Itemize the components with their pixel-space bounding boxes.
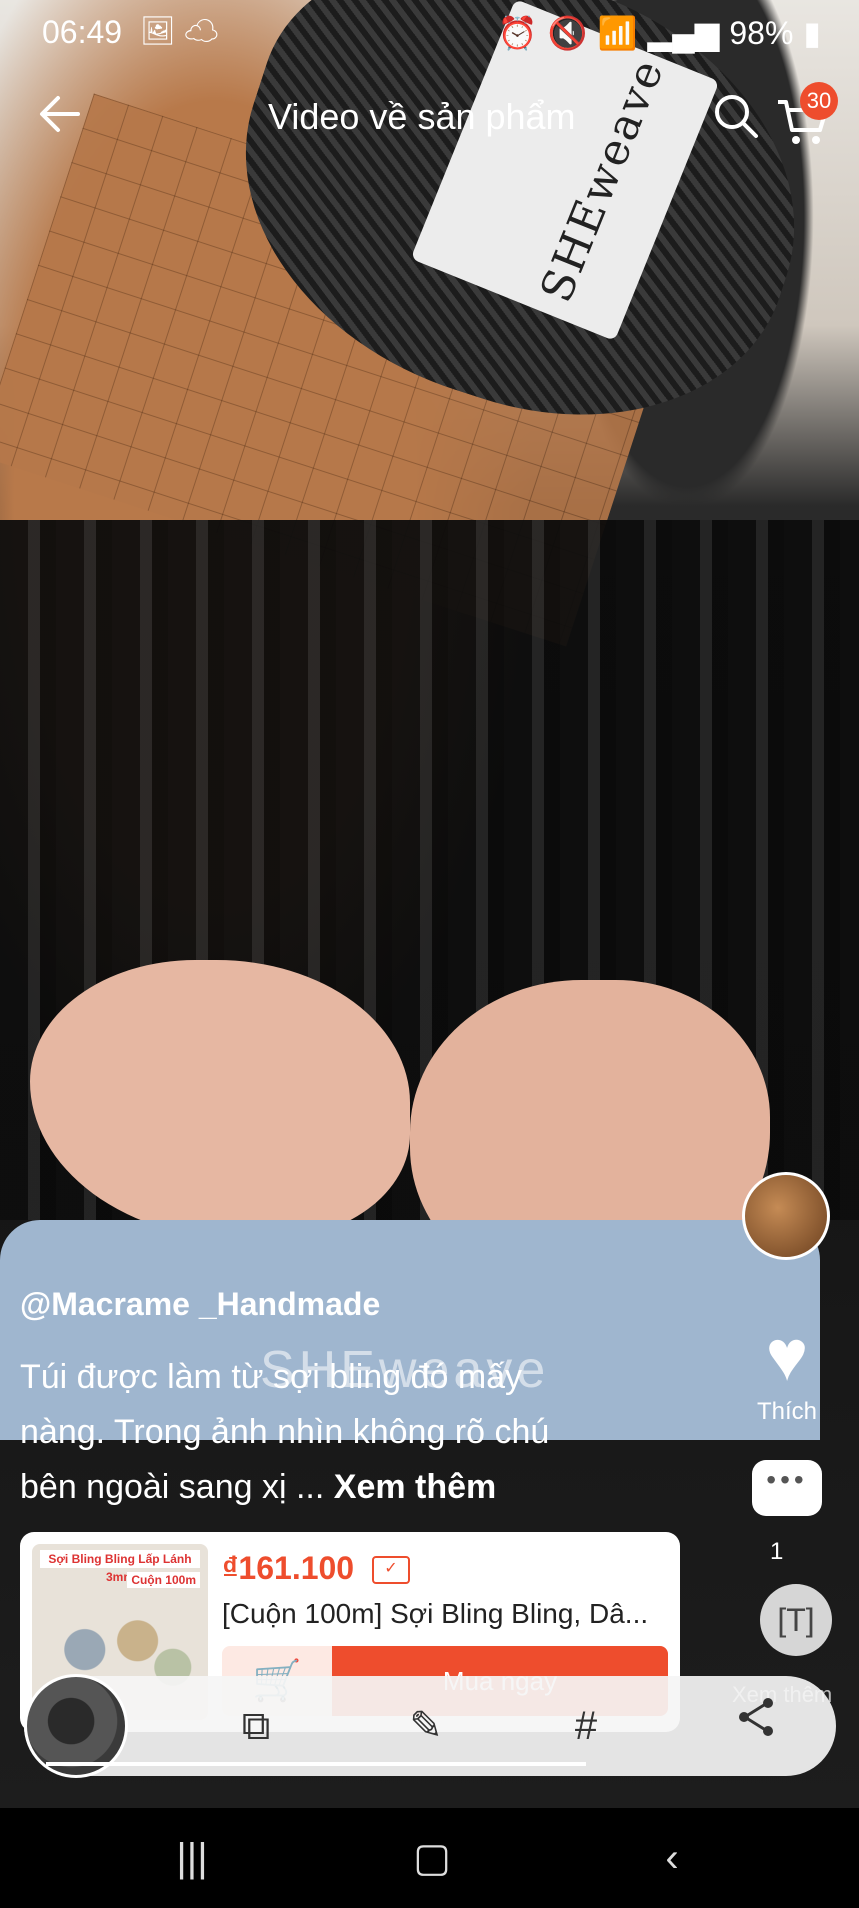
status-right-icons: ⏰ 🔇 📶 ▂▄▆ 98% ▮ <box>498 14 821 52</box>
like-button[interactable]: ♥ Thích <box>742 1320 832 1426</box>
comment-button[interactable]: ••• <box>745 1460 829 1516</box>
page-title: Video về sản phẩm <box>268 96 576 137</box>
scan-button[interactable]: ⧉ <box>224 1694 288 1758</box>
caption-line: Túi được làm từ sợi bling đó mấy <box>20 1358 523 1396</box>
signal-icon: ▂▄▆ <box>647 15 720 51</box>
wifi-icon: 📶 <box>597 15 638 51</box>
like-label: Thích <box>756 1398 818 1425</box>
caption-line: bên ngoài sang xị ... <box>20 1468 325 1506</box>
creator-avatar[interactable] <box>742 1172 830 1260</box>
share-icon <box>739 1698 773 1736</box>
mute-icon: 🔇 <box>547 15 588 51</box>
edit-crop-button[interactable]: ✎ <box>394 1694 458 1758</box>
system-back-button[interactable]: ‹ <box>632 1832 712 1884</box>
comment-count: 1 <box>770 1538 784 1565</box>
status-bar: 06:49 🖼 ☁ ⏰ 🔇 📶 ▂▄▆ 98% ▮ <box>0 0 859 64</box>
recent-apps-button[interactable]: ||| <box>152 1832 232 1884</box>
status-time: 06:49 <box>42 14 123 50</box>
product-price: ₫161.100 <box>222 1550 355 1586</box>
search-button[interactable] <box>712 92 760 140</box>
voucher-badge-icon: ✓ <box>372 1556 410 1584</box>
alarm-icon: ⏰ <box>497 15 538 51</box>
battery-icon: ▮ <box>803 15 821 51</box>
see-more-link[interactable]: Xem thêm <box>334 1468 497 1506</box>
status-notification-icons: 🖼 ☁ <box>140 15 219 46</box>
left-hand <box>30 960 410 1240</box>
search-icon <box>715 95 758 138</box>
product-name[interactable]: [Cuộn 100m] Sợi Bling Bling, Dâ... <box>222 1598 672 1630</box>
bottom-toolbar: ⧉ ✎ # <box>24 1674 836 1778</box>
recent-apps-icon: ||| <box>176 1836 208 1880</box>
video-caption[interactable]: Túi được làm từ sợi bling đó mấy nàng. T… <box>20 1350 640 1515</box>
video-progress-bar[interactable] <box>46 1762 586 1766</box>
system-navbar: ||| ▢ ‹ <box>0 1808 859 1908</box>
back-arrow-icon <box>40 96 80 132</box>
home-button[interactable]: ▢ <box>392 1832 472 1884</box>
thumb-tag: Cuộn 100m <box>127 1572 200 1588</box>
battery-percent: 98% <box>729 14 794 51</box>
text-scan-icon: [T] <box>777 1602 815 1638</box>
home-icon: ▢ <box>413 1836 451 1880</box>
creator-username[interactable]: @Macrame _Handmade <box>20 1286 380 1323</box>
thumb-banner: Sợi Bling Bling Lấp Lánh 3mm <box>40 1550 200 1584</box>
top-bar: Video về sản phẩm 30 <box>0 82 859 152</box>
scan-icon: ⧉ <box>241 1704 271 1748</box>
text-scan-button[interactable]: [T] <box>760 1584 832 1656</box>
heart-icon: ♥ <box>765 1316 809 1396</box>
share-button[interactable] <box>724 1694 788 1758</box>
chevron-left-icon: ‹ <box>665 1836 679 1880</box>
comment-icon: ••• <box>752 1460 822 1516</box>
back-button[interactable] <box>34 88 94 148</box>
hashtag-icon: # <box>574 1704 598 1748</box>
caption-line: nàng. Trong ảnh nhìn không rõ chú <box>20 1413 550 1451</box>
cart-count-badge: 30 <box>800 82 838 120</box>
hashtag-button[interactable]: # <box>554 1694 618 1758</box>
edit-icon: ✎ <box>409 1704 443 1748</box>
